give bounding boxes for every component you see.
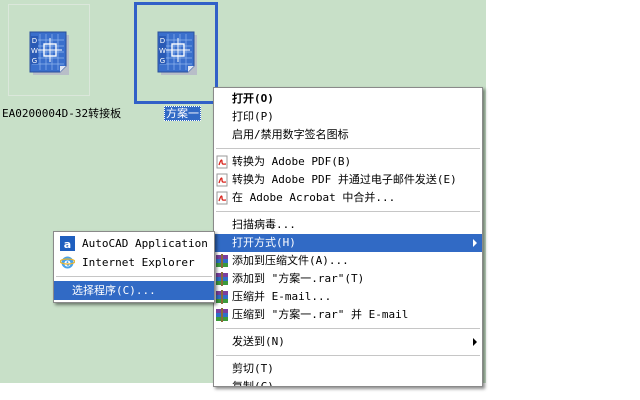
winrar-icon (215, 290, 229, 304)
menu-item-label: 打开(O) (232, 92, 274, 105)
svg-text:W: W (31, 47, 38, 55)
autocad-icon: a (60, 236, 75, 251)
dwg-file-icon: DWG (24, 30, 72, 79)
menu-item-label: 在 Adobe Acrobat 中合并... (232, 191, 396, 204)
winrar-icon (215, 308, 229, 322)
internet-explorer-icon: e (59, 255, 76, 270)
menu-item-label: 转换为 Adobe PDF 并通过电子邮件发送(E) (232, 173, 457, 186)
open-with-item-autocad-application[interactable]: a AutoCAD Application (54, 234, 214, 253)
menu-item-label: 启用/禁用数字签名图标 (232, 128, 349, 141)
menu-item-15[interactable]: 发送到(N) (214, 333, 482, 351)
menu-item-17[interactable]: 剪切(T) (214, 360, 482, 378)
menu-separator (56, 276, 212, 277)
menu-item-label: 打开方式(H) (232, 236, 296, 249)
menu-item-6[interactable]: 在 Adobe Acrobat 中合并... (214, 189, 482, 207)
adobe-pdf-icon (215, 155, 229, 169)
svg-text:G: G (32, 57, 37, 65)
open-with-submenu: a AutoCAD Application e Internet Explorer 选择… (53, 231, 215, 303)
menu-item-8[interactable]: 扫描病毒... (214, 216, 482, 234)
adobe-pdf-icon (215, 173, 229, 187)
context-menu: 打开(O) 打印(P) 启用/禁用数字签名图标 转换为 Adobe PDF(B) 转换为… (213, 87, 483, 387)
svg-text:W: W (159, 47, 166, 55)
menu-item-1[interactable]: 打印(P) (214, 108, 482, 126)
menu-item-label: 转换为 Adobe PDF(B) (232, 155, 352, 168)
menu-item-2[interactable]: 启用/禁用数字签名图标 (214, 126, 482, 144)
menu-item-label: 发送到(N) (232, 335, 285, 348)
menu-item-label: 扫描病毒... (232, 218, 296, 231)
menu-item-label: 打印(P) (232, 110, 274, 123)
winrar-icon (215, 254, 229, 268)
open-with-item-label: Internet Explorer (82, 256, 195, 269)
menu-separator (216, 148, 480, 149)
menu-item-9[interactable]: 打开方式(H) (214, 234, 482, 252)
menu-item-label: 复制(C) (232, 380, 274, 387)
menu-item-12[interactable]: 压缩并 E-mail... (214, 288, 482, 306)
submenu-arrow-icon (473, 338, 477, 346)
svg-text:G: G (160, 57, 165, 65)
menu-item-4[interactable]: 转换为 Adobe PDF(B) (214, 153, 482, 171)
open-with-item-c[interactable]: 选择程序(C)... (54, 281, 214, 300)
menu-separator (216, 355, 480, 356)
menu-item-0[interactable]: 打开(O) (214, 90, 482, 108)
file-label: EA0200004D-32转接板 (2, 107, 122, 120)
menu-item-label: 剪切(T) (232, 362, 274, 375)
menu-item-10[interactable]: 添加到压缩文件(A)... (214, 252, 482, 270)
open-with-item-label: 选择程序(C)... (72, 284, 156, 297)
svg-text:D: D (32, 37, 37, 45)
menu-item-label: 添加到压缩文件(A)... (232, 254, 349, 267)
menu-item-13[interactable]: 压缩到 "方案一.rar" 并 E-mail (214, 306, 482, 324)
menu-separator (216, 211, 480, 212)
menu-item-11[interactable]: 添加到 "方案一.rar"(T) (214, 270, 482, 288)
menu-item-18[interactable]: 复制(C) (214, 378, 482, 387)
file-icon-fangan1[interactable]: DWG 方案一 (128, 0, 224, 121)
open-with-item-label: AutoCAD Application (82, 237, 208, 250)
winrar-icon (215, 272, 229, 286)
menu-item-5[interactable]: 转换为 Adobe PDF 并通过电子邮件发送(E) (214, 171, 482, 189)
menu-item-label: 添加到 "方案一.rar"(T) (232, 272, 365, 285)
svg-text:a: a (64, 238, 71, 251)
menu-separator (216, 328, 480, 329)
dwg-file-icon: DWG (152, 30, 200, 79)
submenu-arrow-icon (473, 239, 477, 247)
svg-text:D: D (160, 37, 165, 45)
adobe-pdf-icon (215, 191, 229, 205)
open-with-item-internet-explorer[interactable]: e Internet Explorer (54, 253, 214, 272)
menu-item-label: 压缩到 "方案一.rar" 并 E-mail (232, 308, 409, 321)
file-icon-ea0200004d[interactable]: DWG EA0200004D-32转接板 (0, 0, 121, 120)
menu-item-label: 压缩并 E-mail... (232, 290, 332, 303)
